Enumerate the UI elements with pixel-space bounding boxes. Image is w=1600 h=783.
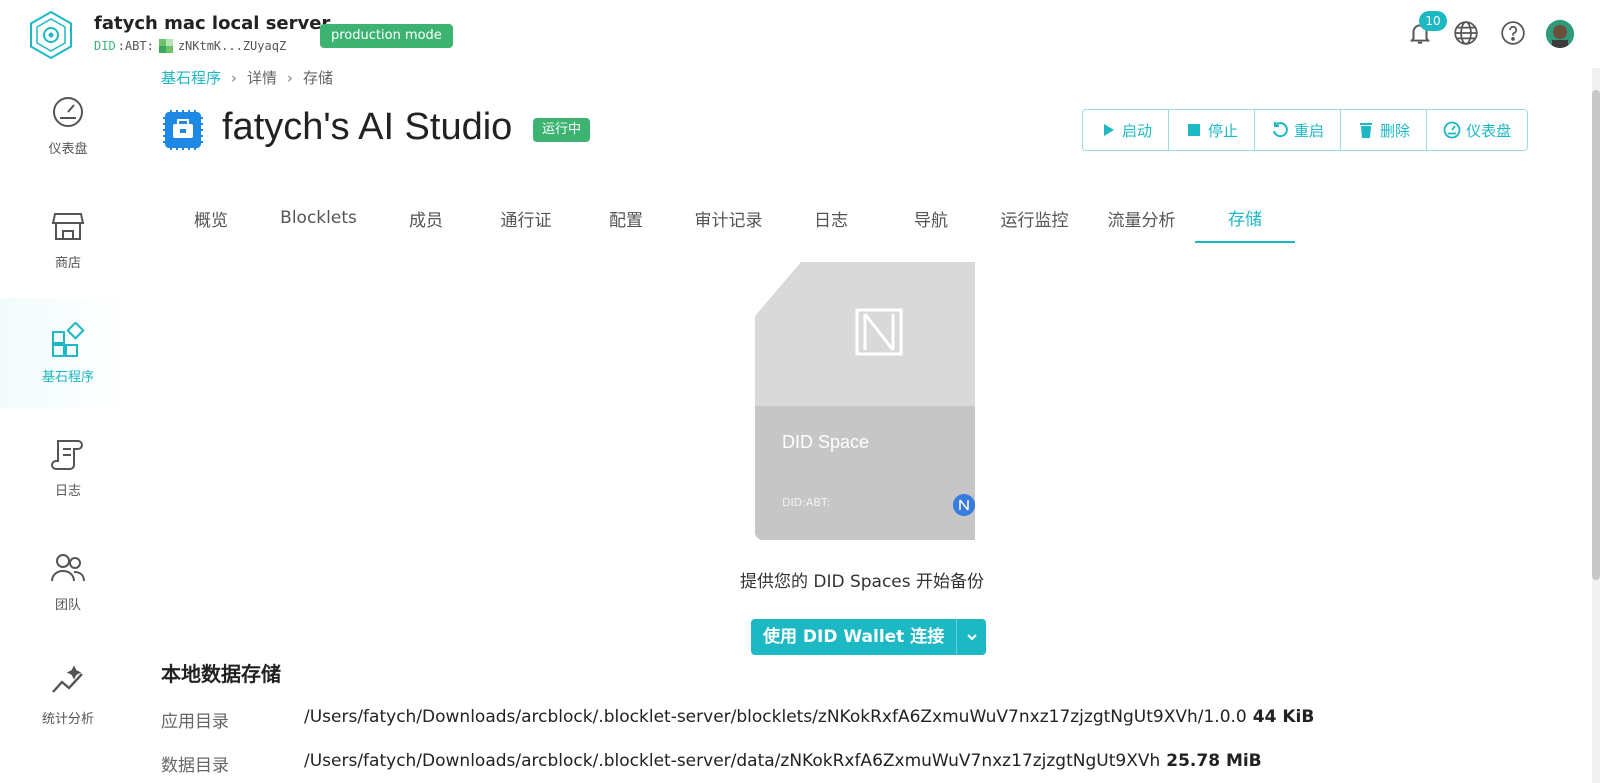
- mode-badge: production mode: [320, 24, 453, 48]
- store-icon: [51, 212, 85, 240]
- sidebar-item-blocklets[interactable]: 基石程序: [0, 298, 136, 408]
- sidebar-item-label: 商店: [54, 255, 81, 271]
- tab-passports[interactable]: 通行证: [476, 193, 576, 243]
- info-path: /Users/fatych/Downloads/arcblock/.blockl…: [304, 707, 1247, 727]
- tab-traffic-analytics[interactable]: 流量分析: [1088, 193, 1195, 243]
- help-icon[interactable]: [1498, 18, 1528, 48]
- breadcrumb: 基石程序 › 详情 › 存储: [161, 67, 333, 88]
- gauge-icon: [1443, 121, 1461, 139]
- tab-members[interactable]: 成员: [376, 193, 476, 243]
- play-icon: [1104, 124, 1114, 136]
- did-avatar-icon: [158, 39, 173, 53]
- did-space-logo-icon: [953, 494, 975, 516]
- sidebar-item-analytics[interactable]: 统计分析: [0, 640, 136, 750]
- info-size: 25.78 MiB: [1166, 751, 1262, 771]
- sidebar-item-store[interactable]: 商店: [0, 184, 136, 294]
- sidebar-item-label: 统计分析: [41, 711, 94, 727]
- user-avatar[interactable]: [1546, 20, 1574, 48]
- tab-logs[interactable]: 日志: [781, 193, 881, 243]
- did-space-card-title: DID Space: [782, 432, 870, 452]
- sidebar-item-label: 仪表盘: [48, 141, 88, 157]
- scroll-icon: [51, 439, 83, 470]
- did-space-card-did: DID:ABT:: [782, 496, 831, 509]
- stop-button[interactable]: 停止: [1169, 110, 1256, 150]
- sidebar-item-label: 基石程序: [41, 369, 94, 385]
- info-row-app-dir: 应用目录 /Users/fatych/Downloads/arcblock/.b…: [161, 707, 1315, 732]
- connect-button-group: 使用 DID Wallet 连接: [751, 619, 987, 655]
- info-size: 44 KiB: [1252, 707, 1315, 727]
- gauge-icon: [53, 96, 83, 127]
- action-button-group: 启动 停止 重启 删除 仪表盘: [1082, 109, 1529, 151]
- info-label: 数据目录: [161, 756, 229, 776]
- info-path: /Users/fatych/Downloads/arcblock/.blockl…: [304, 751, 1161, 771]
- tab-bar: 概览 Blocklets 成员 通行证 配置 审计记录 日志 导航 运行监控 流…: [161, 193, 1295, 243]
- server-name: fatych mac local server: [94, 13, 331, 34]
- notification-count: 10: [1419, 11, 1447, 31]
- restart-button-label: 重启: [1294, 121, 1325, 140]
- stop-icon: [1188, 124, 1201, 136]
- chevron-down-icon: [967, 634, 977, 641]
- delete-button-label: 删除: [1380, 121, 1411, 140]
- page-title: fatych's AI Studio: [222, 106, 513, 148]
- restart-icon: [1273, 122, 1288, 138]
- section-title-local-storage: 本地数据存储: [161, 662, 281, 686]
- server-did[interactable]: DID:ABT: zNKtmK...ZUyaqZ: [94, 39, 286, 53]
- analytics-icon: [52, 664, 83, 693]
- breadcrumb-separator-icon: ›: [287, 68, 294, 87]
- breadcrumb-separator-icon: ›: [231, 68, 238, 87]
- restart-button[interactable]: 重启: [1255, 110, 1342, 150]
- server-logo-icon[interactable]: [26, 10, 76, 60]
- did-prefix: DID: [94, 39, 116, 53]
- tab-storage[interactable]: 存储: [1195, 193, 1295, 243]
- tab-blocklets[interactable]: Blocklets: [261, 193, 376, 243]
- scrollbar-thumb[interactable]: [1592, 90, 1600, 580]
- tab-config[interactable]: 配置: [576, 193, 676, 243]
- breadcrumb-root[interactable]: 基石程序: [161, 67, 221, 88]
- dashboard-button-label: 仪表盘: [1466, 121, 1512, 140]
- info-label: 应用目录: [161, 712, 229, 732]
- start-button-label: 启动: [1122, 121, 1153, 140]
- delete-button[interactable]: 删除: [1341, 110, 1428, 150]
- status-badge: 运行中: [533, 118, 591, 142]
- backup-prompt: 提供您的 DID Spaces 开始备份: [739, 572, 985, 592]
- sidebar-item-dashboard[interactable]: 仪表盘: [0, 70, 136, 180]
- connect-dropdown-button[interactable]: [956, 619, 987, 655]
- tab-monitoring[interactable]: 运行监控: [981, 193, 1088, 243]
- apps-icon: [52, 321, 85, 357]
- sidebar-item-label: 日志: [54, 483, 81, 499]
- dashboard-button[interactable]: 仪表盘: [1427, 110, 1527, 150]
- tab-navigation[interactable]: 导航: [881, 193, 981, 243]
- start-button[interactable]: 启动: [1083, 110, 1170, 150]
- did-short: zNKtmK...ZUyaqZ: [177, 39, 287, 53]
- info-row-data-dir: 数据目录 /Users/fatych/Downloads/arcblock/.b…: [161, 751, 1262, 776]
- breadcrumb-detail[interactable]: 详情: [247, 67, 277, 88]
- connect-did-wallet-button[interactable]: 使用 DID Wallet 连接: [751, 619, 957, 655]
- tab-overview[interactable]: 概览: [161, 193, 261, 243]
- top-header: fatych mac local server DID:ABT: zNKtmK.…: [0, 0, 1600, 68]
- sidebar: 仪表盘 商店 基石程序 日志 团队 统计分析: [0, 68, 136, 783]
- tab-audit-log[interactable]: 审计记录: [676, 193, 781, 243]
- did-space-card[interactable]: DID Space DID:ABT:: [755, 262, 975, 540]
- sidebar-item-label: 团队: [54, 597, 81, 613]
- sidebar-item-logs[interactable]: 日志: [0, 412, 136, 522]
- breadcrumb-current: 存储: [303, 69, 334, 87]
- did-type: :ABT:: [117, 39, 154, 53]
- app-logo-icon: [163, 110, 203, 150]
- stop-button-label: 停止: [1208, 121, 1239, 140]
- trash-icon: [1360, 123, 1373, 138]
- globe-icon[interactable]: [1451, 18, 1481, 48]
